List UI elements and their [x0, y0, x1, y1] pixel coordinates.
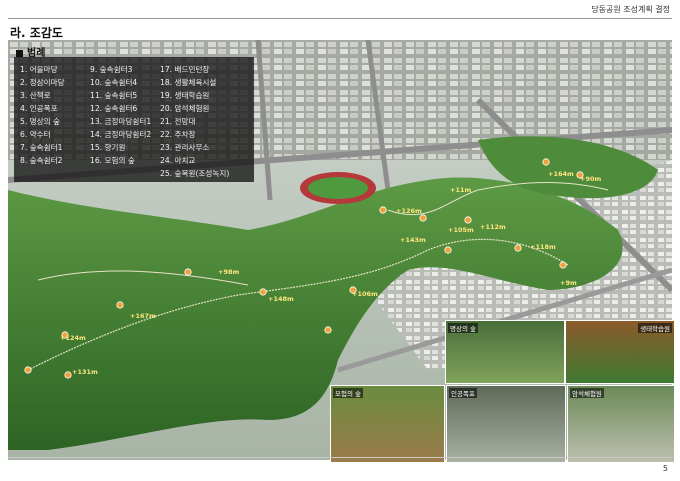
- legend-column-1: 1. 어울마당 2. 정삼이마당 3. 산책로 4. 인공폭포 5. 명상의 숲…: [20, 63, 65, 167]
- legend-item: 10. 숲속쉼터4: [90, 78, 138, 87]
- legend-item: 7. 숲속쉼터1: [20, 143, 63, 152]
- legend-item: 14. 금정마당쉼터2: [90, 130, 152, 139]
- distance-label: +11m: [450, 186, 472, 194]
- distance-label: +126m: [396, 207, 422, 215]
- photo-label: 생태학습원: [638, 323, 672, 333]
- legend-item: 11. 숲속쉼터5: [90, 91, 138, 100]
- legend-bullet-icon: [16, 49, 23, 57]
- legend-item: 21. 전망대: [160, 117, 196, 126]
- photo-adventure-forest: 모험의 숲: [330, 385, 445, 463]
- legend-item: 24. 아치교: [160, 156, 196, 165]
- legend-item: 8. 숲속쉼터2: [20, 156, 63, 165]
- distance-label: +9m: [560, 279, 577, 287]
- legend-item: 1. 어울마당: [20, 65, 58, 74]
- legend-item: 2. 정삼이마당: [20, 78, 65, 87]
- distance-label: +118m: [530, 243, 556, 251]
- legend-item: 20. 암석체험원: [160, 104, 210, 113]
- photo-rock-experience: 암석체험원: [567, 385, 675, 463]
- distance-label: +112m: [480, 223, 506, 231]
- legend-item: 13. 금정마당쉼터1: [90, 117, 152, 126]
- legend-column-3: 17. 배드민턴장 18. 생활체육시설 19. 생태학습원 20. 암석체험원…: [160, 63, 229, 180]
- photo-meditation-forest: 명상의 숲: [445, 320, 565, 384]
- footer-rule: [8, 457, 672, 458]
- distance-label: +124m: [60, 334, 86, 342]
- photo-label: 암석체험원: [570, 388, 604, 398]
- photo-label: 명상의 숲: [448, 323, 478, 333]
- distance-label: +90m: [580, 175, 602, 183]
- legend-item: 3. 산책로: [20, 91, 51, 100]
- page-number: 5: [662, 464, 668, 473]
- distance-label: +148m: [268, 295, 294, 303]
- legend-panel: 1. 어울마당 2. 정삼이마당 3. 산책로 4. 인공폭포 5. 명상의 숲…: [14, 57, 254, 182]
- photo-artificial-waterfall: 인공폭포: [446, 385, 566, 463]
- distance-label: +143m: [400, 236, 426, 244]
- legend-item: 9. 숲속쉼터3: [90, 65, 133, 74]
- document-title: 당동공원 조성계획 결정: [591, 5, 670, 14]
- legend-item: 25. 숲복원(조성녹지): [160, 169, 230, 178]
- legend-item: 23. 관리사무소: [160, 143, 210, 152]
- distance-label: +167m: [130, 312, 156, 320]
- legend-item: 19. 생태학습원: [160, 91, 210, 100]
- legend-item: 15. 향기원: [90, 143, 126, 152]
- legend-item: 16. 모험의 숲: [90, 156, 135, 165]
- header-rule: [8, 18, 672, 19]
- distance-label: +164m: [548, 170, 574, 178]
- photo-label: 모험의 숲: [333, 388, 363, 398]
- legend-item: 18. 생활체육시설: [160, 78, 217, 87]
- legend-item: 17. 배드민턴장: [160, 65, 210, 74]
- photo-label: 인공폭포: [449, 388, 477, 398]
- legend-column-2: 9. 숲속쉼터3 10. 숲속쉼터4 11. 숲속쉼터5 12. 숲속쉼터6 1…: [90, 63, 151, 167]
- legend-item: 12. 숲속쉼터6: [90, 104, 138, 113]
- section-title: 라. 조감도: [10, 26, 63, 40]
- legend-item: 22. 주차장: [160, 130, 196, 139]
- legend-item: 6. 약수터: [20, 130, 51, 139]
- distance-label: +98m: [218, 268, 240, 276]
- photo-eco-learning: 생태학습원: [565, 320, 675, 384]
- legend-item: 4. 인공폭포: [20, 104, 58, 113]
- legend-item: 5. 명상의 숲: [20, 117, 61, 126]
- distance-label: +106m: [352, 290, 378, 298]
- distance-label: +105m: [448, 226, 474, 234]
- distance-label: +131m: [72, 368, 98, 376]
